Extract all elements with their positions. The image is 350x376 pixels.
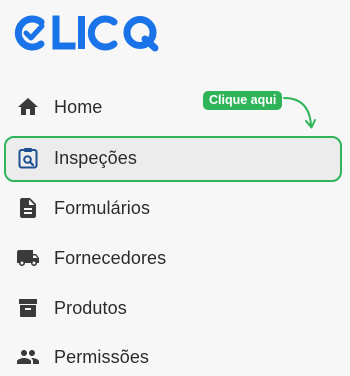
document-icon	[16, 196, 40, 220]
sidebar-item-produtos[interactable]: Produtos	[16, 293, 127, 323]
clipboard-search-icon	[16, 146, 40, 170]
sidebar-item-permissoes[interactable]: Permissões	[16, 342, 149, 372]
click-here-hint: Clique aqui	[203, 91, 283, 110]
truck-icon	[16, 246, 40, 270]
sidebar-item-home[interactable]: Home	[16, 92, 102, 122]
sidebar-item-label: Inspeções	[54, 147, 137, 168]
sidebar-item-label: Produtos	[54, 297, 127, 318]
sidebar-item-label: Formulários	[54, 197, 151, 218]
sidebar-item-fornecedores[interactable]: Fornecedores	[16, 243, 166, 273]
sidebar-nav: Home Inspeções Formulários Fornecedores	[0, 0, 350, 376]
home-icon	[16, 95, 40, 119]
archive-box-icon	[16, 296, 40, 320]
hint-arrow-icon	[283, 97, 316, 129]
sidebar-item-label: Fornecedores	[54, 247, 167, 268]
sidebar-item-label: Permissões	[54, 346, 150, 367]
sidebar-item-label: Home	[54, 96, 103, 117]
sidebar-item-formularios[interactable]: Formulários	[16, 193, 150, 223]
people-icon	[16, 345, 40, 369]
sidebar-item-inspecoes[interactable]: Inspeções	[16, 143, 137, 173]
